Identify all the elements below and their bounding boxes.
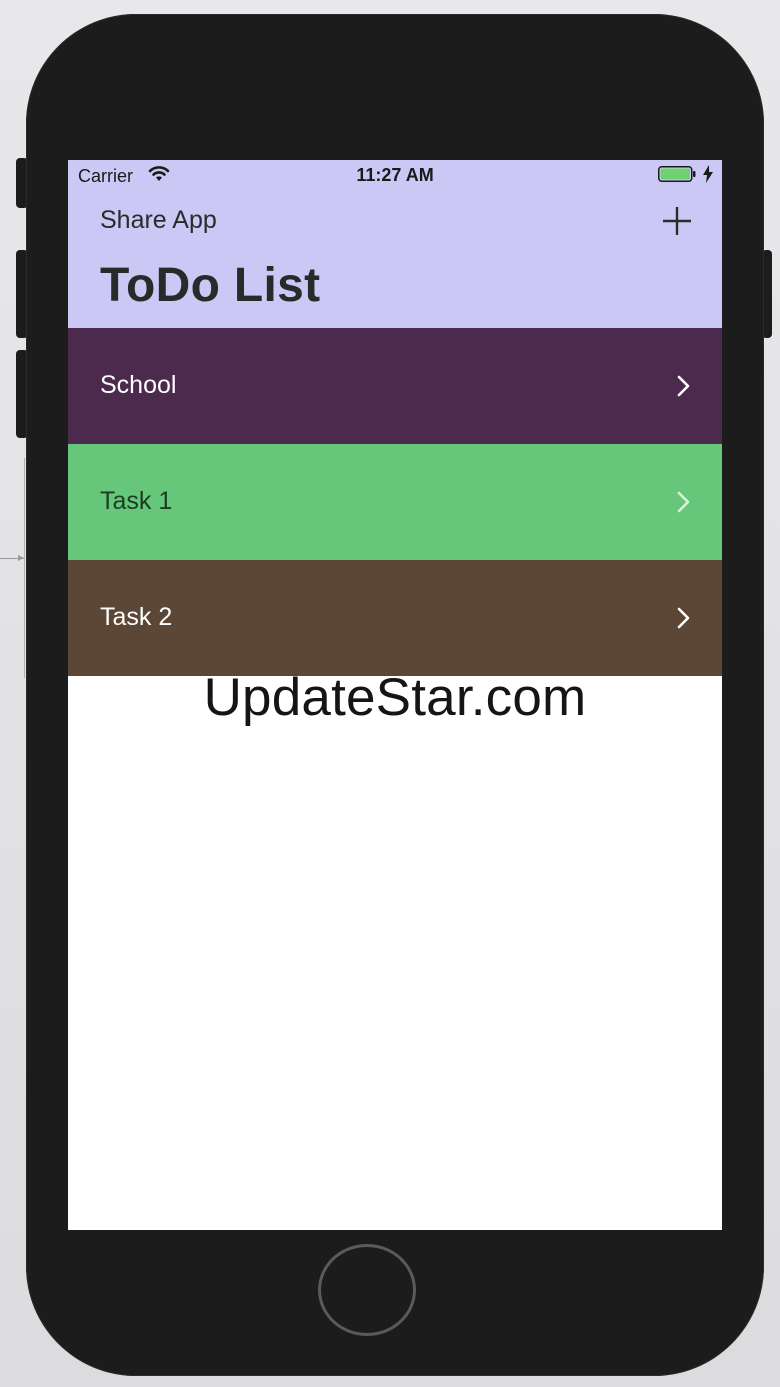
app-screen: Carrier 11:27 AM Share App ToDo List Sch… xyxy=(68,160,722,1230)
list-item[interactable]: Task 2 xyxy=(68,560,722,676)
canvas-arrow-icon xyxy=(0,555,24,561)
status-time: 11:27 AM xyxy=(356,165,434,185)
chevron-right-icon xyxy=(677,375,690,397)
navigation-bar: Carrier 11:27 AM Share App ToDo List xyxy=(68,160,722,328)
charging-bolt-icon xyxy=(703,165,713,183)
home-button[interactable] xyxy=(318,1244,416,1336)
chevron-right-icon xyxy=(677,491,690,513)
todo-list: School Task 1 Task 2 xyxy=(68,328,722,676)
page-title: ToDo List xyxy=(100,259,321,312)
watermark: UpdateStar.com xyxy=(203,668,587,727)
battery-icon xyxy=(658,166,696,182)
list-item[interactable]: School xyxy=(68,328,722,444)
share-app-button[interactable]: Share App xyxy=(100,206,217,235)
simulator-stage: Carrier 11:27 AM Share App ToDo List Sch… xyxy=(0,0,780,1387)
plus-icon[interactable] xyxy=(660,204,694,238)
list-item-label: Task 1 xyxy=(100,487,173,515)
canvas-guide-line xyxy=(24,458,25,678)
list-item[interactable]: Task 1 xyxy=(68,444,722,560)
list-item-label: Task 2 xyxy=(100,603,173,631)
chevron-right-icon xyxy=(677,607,690,629)
list-item-label: School xyxy=(100,371,177,399)
